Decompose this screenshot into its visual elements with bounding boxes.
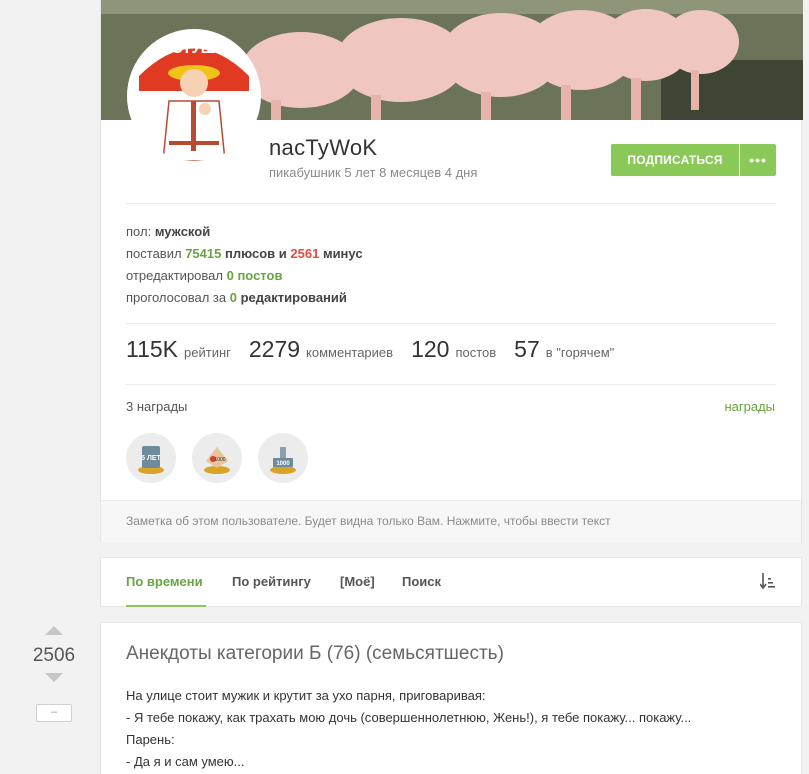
- voted-suffix: редактирований: [240, 290, 347, 305]
- voted-row: проголосовал за 0 редактирований: [126, 287, 363, 309]
- award-badge[interactable]: 1000: [192, 433, 242, 483]
- profile-age: пикабушник 5 лет 8 месяцев 4 дня: [269, 165, 478, 180]
- 5-years-award-icon: 5 ЛЕТ: [138, 446, 164, 474]
- pluses-label: плюсов и: [224, 246, 287, 261]
- stat-label: в "горячем": [545, 345, 615, 360]
- awards-count: 3 награды: [126, 399, 188, 414]
- award-badge-text: 1000: [214, 457, 225, 463]
- profile-stats: 115K рейтинг 2279 комментариев 120 посто…: [126, 336, 632, 363]
- post-line: - Да я и сам умею...: [126, 754, 245, 769]
- stat-rating: 115K рейтинг: [126, 336, 231, 363]
- divider: [126, 384, 776, 385]
- stat-hot[interactable]: 57 в "горячем": [514, 336, 614, 363]
- stat-label: постов: [455, 345, 497, 360]
- profile-card: НАСТУШО nacTyWoK пикабушник 5 лет 8 меся…: [100, 0, 803, 542]
- votes-label: поставил: [126, 246, 182, 261]
- tab-mine[interactable]: [Моё]: [340, 574, 375, 589]
- tab-search[interactable]: Поиск: [402, 574, 441, 589]
- active-tab-indicator: [126, 605, 206, 607]
- stat-comments[interactable]: 2279 комментариев: [249, 336, 393, 363]
- post-title[interactable]: Анекдоты категории Б (76) (семьсятшесть): [126, 643, 504, 665]
- upvote-icon[interactable]: [45, 626, 63, 635]
- stat-number: 57: [514, 336, 540, 362]
- awards-link[interactable]: награды: [724, 399, 775, 414]
- stat-number: 120: [411, 336, 450, 362]
- more-options-button[interactable]: •••: [740, 144, 776, 176]
- downvote-icon[interactable]: [45, 673, 63, 682]
- voted-label: проголосовал за: [126, 290, 227, 305]
- post-rating: 2506: [32, 645, 76, 666]
- stat-label: рейтинг: [184, 345, 231, 360]
- stat-number: 115K: [126, 336, 179, 362]
- post-line: - Я тебе покажу, как трахать мою дочь (с…: [126, 710, 692, 725]
- tab-by-time[interactable]: По времени: [126, 574, 203, 589]
- divider: [126, 203, 776, 204]
- edited-label: отредактировал: [126, 268, 223, 283]
- divider: [126, 323, 776, 324]
- award-badge-text: 1000: [276, 461, 290, 467]
- edited-value[interactable]: 0 постов: [227, 268, 283, 283]
- gender-value: мужской: [154, 224, 211, 239]
- bag-award-icon: 1000: [204, 447, 230, 474]
- feed-tabs: По времени По рейтингу [Моё] Поиск: [100, 557, 802, 607]
- award-badge-text: 5 ЛЕТ: [141, 455, 161, 462]
- gender-row: пол: мужской: [126, 221, 363, 243]
- stat-number: 2279: [248, 336, 301, 362]
- awards-list: 5 ЛЕТ 1000 1000: [126, 433, 324, 483]
- profile-info: пол: мужской поставил 75415 плюсов и 256…: [126, 221, 363, 309]
- post-body: На улице стоит мужик и крутит за ухо пар…: [126, 685, 776, 773]
- award-badge[interactable]: 5 ЛЕТ: [126, 433, 176, 483]
- edited-row: отредактировал 0 постов: [126, 265, 363, 287]
- post-line: На улице стоит мужик и крутит за ухо пар…: [126, 688, 486, 703]
- 1000-award-icon: 1000: [270, 447, 296, 474]
- more-icon: •••: [749, 152, 767, 168]
- post-card: Анекдоты категории Б (76) (семьсятшесть)…: [100, 622, 802, 774]
- post-line: Парень:: [126, 732, 175, 747]
- gender-label: пол:: [126, 224, 152, 239]
- votes-row: поставил 75415 плюсов и 2561 минус: [126, 243, 363, 265]
- post-rating-column: 2506 –: [26, 622, 82, 722]
- minuses-count: 2561: [290, 246, 320, 261]
- sort-icon[interactable]: [760, 572, 776, 590]
- pluses-count: 75415: [185, 246, 222, 261]
- voted-value: 0: [229, 290, 237, 305]
- stat-label: комментариев: [306, 345, 394, 360]
- avatar[interactable]: НАСТУШО: [127, 29, 261, 163]
- minuses-label: минус: [322, 246, 363, 261]
- award-badge[interactable]: 1000: [258, 433, 308, 483]
- user-note-field[interactable]: Заметка об этом пользователе. Будет видн…: [101, 500, 801, 542]
- tab-by-rating[interactable]: По рейтингу: [232, 574, 311, 589]
- profile-nickname: nacTyWoK: [269, 135, 378, 160]
- collapse-post-button[interactable]: –: [36, 704, 72, 722]
- stat-posts[interactable]: 120 постов: [411, 336, 496, 363]
- avatar-logo-text: НАСТУШО: [151, 40, 228, 57]
- subscribe-button[interactable]: ПОДПИСАТЬСЯ: [611, 144, 739, 176]
